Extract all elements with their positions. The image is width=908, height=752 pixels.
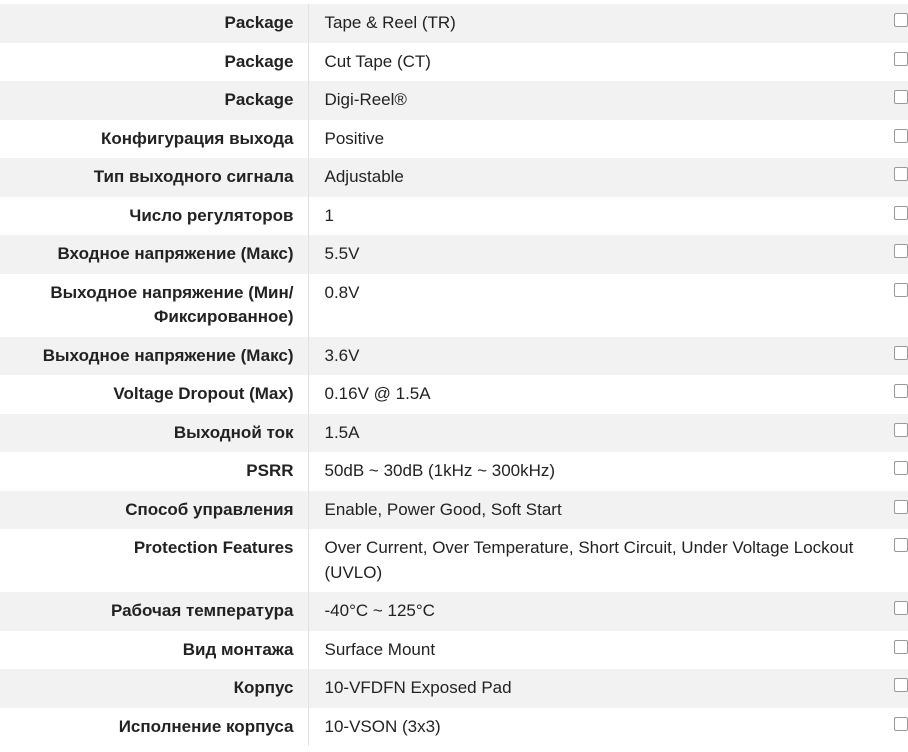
attribute-name: Корпус xyxy=(0,669,309,708)
filter-checkbox-cell xyxy=(892,273,908,337)
attribute-value: 5.5V xyxy=(308,235,892,274)
attribute-name: Protection Features xyxy=(0,529,309,592)
attribute-name: Конфигурация выхода xyxy=(0,119,309,158)
attribute-value: Positive xyxy=(308,119,892,158)
attribute-row: Выходной ток 1.5A xyxy=(0,413,908,452)
filter-checkbox-cell xyxy=(892,4,908,43)
attribute-value: 0.16V @ 1.5A xyxy=(308,375,892,414)
filter-checkbox[interactable] xyxy=(894,13,908,27)
attribute-value: Tape & Reel (TR) xyxy=(308,4,892,43)
attribute-value: Over Current, Over Temperature, Short Ci… xyxy=(308,529,892,592)
filter-checkbox[interactable] xyxy=(894,601,908,615)
attribute-name: Выходное напряжение (Макс) xyxy=(0,336,309,375)
attribute-value: Adjustable xyxy=(308,158,892,197)
filter-checkbox-cell xyxy=(892,196,908,235)
attribute-name: Тип выходного сигнала xyxy=(0,158,309,197)
filter-checkbox[interactable] xyxy=(894,128,908,143)
attributes-table-body: Package Tape & Reel (TR) Package Cut Tape (… xyxy=(0,4,908,746)
attribute-value: 10-VFDFN Exposed Pad xyxy=(308,669,892,708)
attribute-row: Package Digi-Reel® xyxy=(0,81,908,120)
attribute-name: Package xyxy=(0,4,309,43)
filter-checkbox[interactable] xyxy=(894,282,908,297)
product-attributes-table: Package Tape & Reel (TR) Package Cut Tape (… xyxy=(0,4,908,746)
filter-checkbox[interactable] xyxy=(894,205,908,220)
filter-checkbox-cell xyxy=(892,81,908,120)
filter-checkbox[interactable] xyxy=(894,244,908,258)
filter-checkbox-cell xyxy=(892,42,908,81)
filter-checkbox[interactable] xyxy=(894,90,908,104)
filter-checkbox-cell xyxy=(892,235,908,274)
attribute-value: 1.5A xyxy=(308,413,892,452)
attribute-row: Тип выходного сигнала Adjustable xyxy=(0,158,908,197)
attribute-name: Package xyxy=(0,42,309,81)
attribute-name: Выходное напряжение (Мин/Фиксированное) xyxy=(0,273,309,337)
attribute-row: Число регуляторов 1 xyxy=(0,196,908,235)
filter-checkbox[interactable] xyxy=(894,639,908,654)
attribute-value: -40°C ~ 125°C xyxy=(308,592,892,631)
attribute-name: PSRR xyxy=(0,452,309,491)
attribute-row: Выходное напряжение (Макс) 3.6V xyxy=(0,336,908,375)
filter-checkbox-cell xyxy=(892,413,908,452)
filter-checkbox-cell xyxy=(892,452,908,491)
filter-checkbox-cell xyxy=(892,529,908,592)
filter-checkbox[interactable] xyxy=(894,716,908,731)
attribute-row: Корпус 10-VFDFN Exposed Pad xyxy=(0,669,908,708)
attribute-name: Рабочая температура xyxy=(0,592,309,631)
attribute-name: Выходной ток xyxy=(0,413,309,452)
attribute-name: Число регуляторов xyxy=(0,196,309,235)
attribute-value: Surface Mount xyxy=(308,630,892,669)
attribute-row: PSRR 50dB ~ 30dB (1kHz ~ 300kHz) xyxy=(0,452,908,491)
attribute-name: Voltage Dropout (Max) xyxy=(0,375,309,414)
attribute-value: 3.6V xyxy=(308,336,892,375)
filter-checkbox[interactable] xyxy=(894,538,908,552)
attribute-row: Package Tape & Reel (TR) xyxy=(0,4,908,43)
attribute-value: Cut Tape (CT) xyxy=(308,42,892,81)
attribute-row: Вид монтажа Surface Mount xyxy=(0,630,908,669)
filter-checkbox[interactable] xyxy=(894,384,908,398)
attribute-value: 10-VSON (3x3) xyxy=(308,707,892,746)
filter-checkbox[interactable] xyxy=(894,345,908,360)
filter-checkbox-cell xyxy=(892,707,908,746)
filter-checkbox[interactable] xyxy=(894,678,908,692)
filter-checkbox-cell xyxy=(892,158,908,197)
filter-checkbox-cell xyxy=(892,490,908,529)
filter-checkbox-cell xyxy=(892,592,908,631)
attribute-value: 1 xyxy=(308,196,892,235)
attribute-row: Выходное напряжение (Мин/Фиксированное) 0… xyxy=(0,273,908,337)
filter-checkbox-cell xyxy=(892,336,908,375)
filter-checkbox[interactable] xyxy=(894,499,908,514)
attribute-value: Digi-Reel® xyxy=(308,81,892,120)
attribute-value: 50dB ~ 30dB (1kHz ~ 300kHz) xyxy=(308,452,892,491)
attribute-name: Исполнение корпуса xyxy=(0,707,309,746)
attribute-row: Protection Features Over Current, Over Te… xyxy=(0,529,908,592)
attribute-name: Входное напряжение (Макс) xyxy=(0,235,309,274)
attribute-row: Voltage Dropout (Max) 0.16V @ 1.5A xyxy=(0,375,908,414)
filter-checkbox-cell xyxy=(892,669,908,708)
filter-checkbox-cell xyxy=(892,630,908,669)
attribute-name: Вид монтажа xyxy=(0,630,309,669)
attribute-row: Способ управления Enable, Power Good, Sof… xyxy=(0,490,908,529)
attribute-name: Package xyxy=(0,81,309,120)
filter-checkbox-cell xyxy=(892,375,908,414)
attribute-row: Рабочая температура -40°C ~ 125°C xyxy=(0,592,908,631)
filter-checkbox[interactable] xyxy=(894,422,908,437)
attribute-row: Package Cut Tape (CT) xyxy=(0,42,908,81)
attribute-value: 0.8V xyxy=(308,273,892,337)
attribute-row: Конфигурация выхода Positive xyxy=(0,119,908,158)
attribute-row: Входное напряжение (Макс) 5.5V xyxy=(0,235,908,274)
attribute-value: Enable, Power Good, Soft Start xyxy=(308,490,892,529)
attribute-row: Исполнение корпуса 10-VSON (3x3) xyxy=(0,707,908,746)
filter-checkbox[interactable] xyxy=(894,167,908,181)
filter-checkbox[interactable] xyxy=(894,51,908,66)
filter-checkbox[interactable] xyxy=(894,461,908,475)
filter-checkbox-cell xyxy=(892,119,908,158)
attribute-name: Способ управления xyxy=(0,490,309,529)
